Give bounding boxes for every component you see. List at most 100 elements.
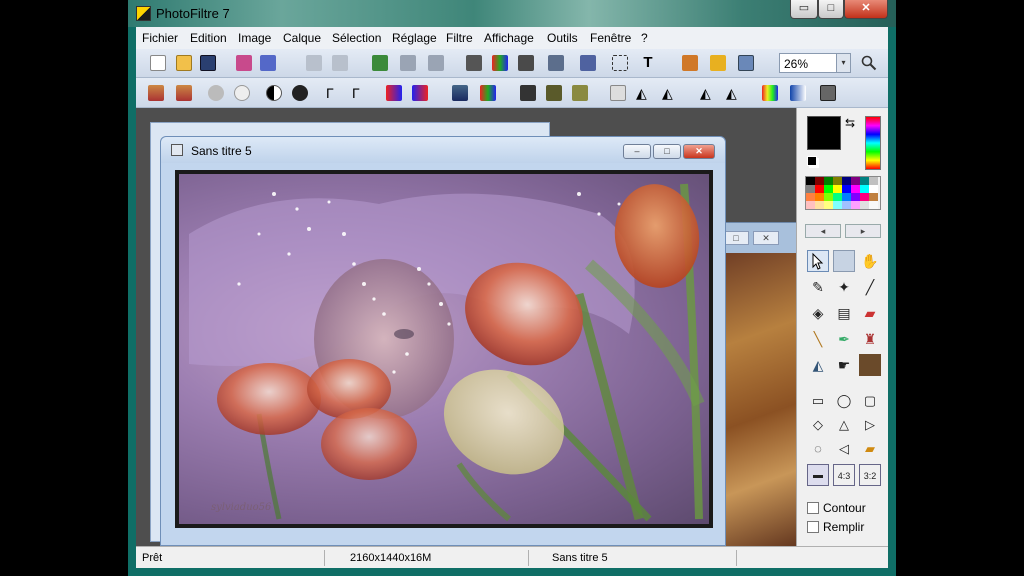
- menu-image[interactable]: Image: [238, 31, 271, 45]
- palette-prev-button[interactable]: ◂: [805, 224, 841, 238]
- color-swatch[interactable]: [833, 177, 842, 185]
- color-swatch[interactable]: [806, 201, 815, 209]
- color-icon[interactable]: [492, 55, 508, 71]
- selection-tool-icon[interactable]: [833, 250, 855, 272]
- color-swatch[interactable]: [869, 177, 878, 185]
- color-swatch[interactable]: [851, 193, 860, 201]
- chevron-down-icon[interactable]: ▾: [836, 54, 850, 72]
- saturation-minus-icon[interactable]: [386, 85, 402, 101]
- line-tool-icon[interactable]: ╱: [859, 276, 881, 298]
- menu-fenetre[interactable]: Fenêtre: [590, 31, 631, 45]
- image-size-icon[interactable]: [548, 55, 564, 71]
- menu-fichier[interactable]: Fichier: [142, 31, 178, 45]
- window-maximize-button[interactable]: □: [818, 0, 844, 19]
- color-swatch[interactable]: [851, 185, 860, 193]
- copy-icon[interactable]: [400, 55, 416, 71]
- menu-help[interactable]: ?: [641, 31, 648, 45]
- fade-icon[interactable]: [790, 85, 806, 101]
- color-swatches[interactable]: [805, 176, 881, 210]
- ratio-3-2-icon[interactable]: 3:2: [859, 464, 881, 486]
- triangle-shape-icon[interactable]: △: [833, 414, 855, 436]
- menu-reglage[interactable]: Réglage: [392, 31, 437, 45]
- text-icon[interactable]: T: [640, 55, 656, 71]
- menu-filtre[interactable]: Filtre: [446, 31, 473, 45]
- save-icon[interactable]: [200, 55, 216, 71]
- ratio-free-icon[interactable]: ▬: [807, 464, 829, 486]
- color-balance-icon[interactable]: [480, 85, 496, 101]
- color-swatch[interactable]: [842, 193, 851, 201]
- contour-checkbox[interactable]: [807, 502, 819, 514]
- scan-icon[interactable]: [260, 55, 276, 71]
- blur-drop-tool-icon[interactable]: ◭: [807, 354, 829, 376]
- color-swatch[interactable]: [860, 185, 869, 193]
- color-swatch[interactable]: [851, 201, 860, 209]
- ratio-4-3-icon[interactable]: 4:3: [833, 464, 855, 486]
- foreground-color[interactable]: [807, 116, 841, 150]
- polygon-shape-icon[interactable]: ◁: [833, 438, 855, 460]
- color-swatch[interactable]: [833, 185, 842, 193]
- color-swatch[interactable]: [869, 201, 878, 209]
- zoom-select[interactable]: 26% ▾: [779, 53, 851, 73]
- texture-icon[interactable]: [572, 85, 588, 101]
- select-icon[interactable]: [612, 55, 628, 71]
- settings-gear-icon[interactable]: [710, 55, 726, 71]
- new-file-icon[interactable]: [150, 55, 166, 71]
- color-swatch[interactable]: [815, 185, 824, 193]
- smudge-tool-icon[interactable]: ☛: [833, 354, 855, 376]
- magic-wand-tool-icon[interactable]: ✦: [833, 276, 855, 298]
- color-spectrum[interactable]: [865, 116, 881, 170]
- document-close-button[interactable]: ✕: [683, 144, 715, 159]
- undo-icon[interactable]: [306, 55, 322, 71]
- color-swatch[interactable]: [869, 185, 878, 193]
- second-doc-close-button[interactable]: ✕: [753, 231, 779, 245]
- gradient-icon[interactable]: [762, 85, 778, 101]
- auto-levels-icon[interactable]: [148, 85, 164, 101]
- color-swatch[interactable]: [869, 193, 878, 201]
- saturation-plus-icon[interactable]: [412, 85, 428, 101]
- color-swatch[interactable]: [860, 193, 869, 201]
- menu-selection[interactable]: Sélection: [332, 31, 381, 45]
- window-icon[interactable]: [738, 55, 754, 71]
- rectangle-shape-icon[interactable]: ▭: [807, 390, 829, 412]
- color-swatch[interactable]: [815, 193, 824, 201]
- color-swatch[interactable]: [806, 177, 815, 185]
- color-swatch[interactable]: [824, 177, 833, 185]
- rounded-rect-shape-icon[interactable]: ▢: [859, 390, 881, 412]
- contrast-minus-icon[interactable]: [266, 85, 282, 101]
- palette-next-button[interactable]: ▸: [845, 224, 881, 238]
- color-swatch[interactable]: [824, 201, 833, 209]
- ellipse-shape-icon[interactable]: ◯: [833, 390, 855, 412]
- pen-tool-icon[interactable]: ✒: [833, 328, 855, 350]
- effect-icon[interactable]: [518, 55, 534, 71]
- clone-tool-icon[interactable]: [859, 354, 881, 376]
- color-swatch[interactable]: [860, 177, 869, 185]
- brightness-minus-icon[interactable]: [208, 85, 224, 101]
- color-swatch[interactable]: [842, 185, 851, 193]
- open-folder-icon[interactable]: [176, 55, 192, 71]
- lasso-shape-icon[interactable]: ◌: [807, 438, 829, 460]
- second-doc-maximize-button[interactable]: □: [723, 231, 749, 245]
- drop-outline-icon[interactable]: ◭: [662, 85, 678, 101]
- default-colors-icon[interactable]: [807, 156, 817, 166]
- image-canvas[interactable]: sylviaduo56: [179, 174, 709, 524]
- eraser-tool-icon[interactable]: ▰: [859, 302, 881, 324]
- stamp-tool-icon[interactable]: ♜: [859, 328, 881, 350]
- document-title-bar[interactable]: Sans titre 5 – □ ✕: [161, 137, 725, 163]
- title-bar[interactable]: PhotoFiltre 7 ▭ □ ✕: [128, 0, 896, 27]
- zoom-in-icon[interactable]: [861, 55, 877, 71]
- color-swatch[interactable]: [833, 193, 842, 201]
- document-minimize-button[interactable]: –: [623, 144, 651, 159]
- color-swatch[interactable]: [815, 201, 824, 209]
- fill-tool-icon[interactable]: ◈: [807, 302, 829, 324]
- play-shape-icon[interactable]: ▷: [859, 414, 881, 436]
- open-shape-icon[interactable]: ▰: [859, 438, 881, 460]
- sharpen-icon[interactable]: [520, 85, 536, 101]
- document-window[interactable]: Sans titre 5 – □ ✕ sylviaduo56: [160, 136, 726, 546]
- color-swatch[interactable]: [806, 185, 815, 193]
- gamma-plus-icon[interactable]: Γ: [352, 85, 368, 101]
- diamond-shape-icon[interactable]: ◇: [807, 414, 829, 436]
- color-swatch[interactable]: [824, 193, 833, 201]
- flip-icon[interactable]: [610, 85, 626, 101]
- color-swatch[interactable]: [815, 177, 824, 185]
- canvas-size-icon[interactable]: [580, 55, 596, 71]
